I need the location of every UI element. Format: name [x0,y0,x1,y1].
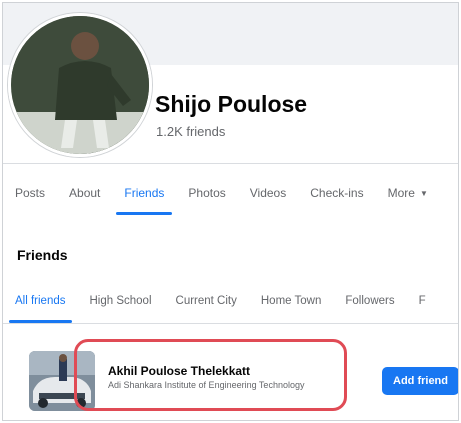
subtab-label: High School [89,295,152,307]
subtab-label: F [418,295,426,307]
friends-filter-tabs: All friends High School Current City Hom… [3,279,458,323]
highlight-annotation [74,339,347,411]
subtab-high-school[interactable]: High School [78,279,164,323]
caret-down-icon: ▼ [419,188,428,198]
subtabs-divider [3,323,458,324]
subtab-following[interactable]: F [407,279,438,323]
tab-videos[interactable]: Videos [238,171,298,215]
subtab-label: Followers [345,295,395,307]
tab-label: Check-ins [310,186,364,200]
subtab-followers[interactable]: Followers [333,279,406,323]
profile-window: Shijo Poulose 1.2K friends Posts About F… [2,2,459,421]
subtab-home-town[interactable]: Home Town [249,279,334,323]
tab-about[interactable]: About [57,171,112,215]
subtab-current-city[interactable]: Current City [164,279,249,323]
tab-label: More [387,186,415,200]
profile-header: Shijo Poulose 1.2K friends Posts About F… [3,3,458,235]
tab-check-ins[interactable]: Check-ins [298,171,375,215]
header-divider [3,163,458,164]
tab-label: Posts [15,186,46,200]
tab-label: Friends [124,186,165,200]
profile-tabs: Posts About Friends Photos Videos Check-… [3,171,458,215]
tab-photos[interactable]: Photos [176,171,237,215]
friend-list-item: Akhil Poulose Thelekkatt Adi Shankara In… [3,339,458,419]
tab-posts[interactable]: Posts [3,171,57,215]
friends-section-title: Friends [17,247,68,263]
profile-name: Shijo Poulose [155,91,308,117]
friends-panel: Friends All friends High School Current … [3,229,458,420]
friend-count[interactable]: 1.2K friends [156,124,225,139]
tab-label: Photos [188,186,226,200]
subtab-label: Home Town [260,295,322,307]
tab-more[interactable]: More ▼ [376,171,440,215]
tab-friends[interactable]: Friends [112,171,176,215]
tab-label: Videos [249,186,287,200]
add-friend-button[interactable]: Add friend [382,367,458,395]
subtab-label: Current City [175,295,237,307]
tab-label: About [69,186,101,200]
subtab-all-friends[interactable]: All friends [3,279,78,323]
subtab-label: All friends [15,295,66,307]
profile-avatar[interactable] [8,13,152,157]
